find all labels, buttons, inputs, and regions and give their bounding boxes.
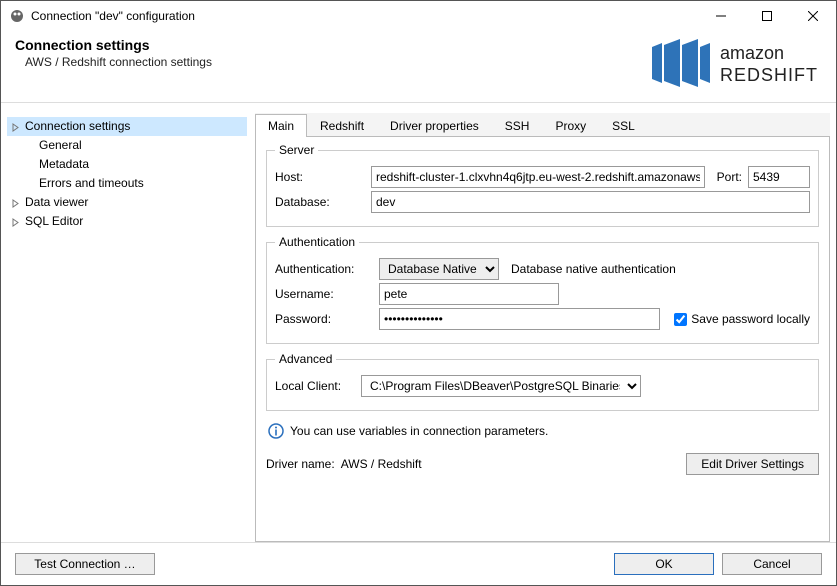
tab-redshift[interactable]: Redshift: [307, 114, 377, 137]
server-legend: Server: [275, 143, 318, 157]
ok-button[interactable]: OK: [614, 553, 714, 575]
local-client-label: Local Client:: [275, 379, 355, 393]
auth-label: Authentication:: [275, 262, 373, 276]
nav-item-sql-editor[interactable]: SQL Editor: [7, 212, 247, 231]
close-button[interactable]: [790, 1, 836, 31]
info-row: You can use variables in connection para…: [266, 419, 819, 441]
tab-ssl[interactable]: SSL: [599, 114, 648, 137]
chevron-right-icon: [11, 120, 20, 137]
header: Connection settings AWS / Redshift conne…: [1, 31, 836, 102]
auth-legend: Authentication: [275, 235, 359, 249]
info-icon: [268, 423, 284, 439]
save-password-checkbox[interactable]: Save password locally: [674, 312, 810, 326]
page-subtitle: AWS / Redshift connection settings: [25, 55, 648, 69]
save-password-label: Save password locally: [691, 312, 810, 326]
cancel-button[interactable]: Cancel: [722, 553, 822, 575]
database-input[interactable]: [371, 191, 810, 213]
tab-proxy[interactable]: Proxy: [542, 114, 599, 137]
chevron-right-icon: [11, 196, 20, 213]
app-icon: [9, 8, 25, 24]
category-nav: Connection settings General Metadata Err…: [7, 113, 247, 542]
page-title: Connection settings: [15, 37, 648, 53]
tab-bar: Main Redshift Driver properties SSH Prox…: [255, 113, 830, 137]
database-label: Database:: [275, 195, 365, 209]
auth-select[interactable]: Database Native: [379, 258, 499, 280]
password-label: Password:: [275, 312, 373, 326]
driver-name-value: AWS / Redshift: [341, 457, 422, 471]
port-label: Port:: [717, 170, 742, 184]
host-label: Host:: [275, 170, 365, 184]
nav-label: Data viewer: [25, 195, 88, 209]
nav-label: Connection settings: [25, 119, 130, 133]
password-input[interactable]: [379, 308, 660, 330]
nav-item-data-viewer[interactable]: Data viewer: [7, 193, 247, 212]
nav-label: Metadata: [39, 157, 89, 171]
tab-main[interactable]: Main: [255, 114, 307, 137]
main-panel: Server Host: Port: Database: Authenticat…: [255, 137, 830, 542]
logo-text-top: amazon: [720, 43, 784, 63]
redshift-logo: amazon REDSHIFT: [648, 35, 818, 94]
window-title: Connection "dev" configuration: [31, 9, 195, 23]
edit-driver-settings-button[interactable]: Edit Driver Settings: [686, 453, 819, 475]
local-client-select[interactable]: C:\Program Files\DBeaver\PostgreSQL Bina…: [361, 375, 641, 397]
titlebar: Connection "dev" configuration: [1, 1, 836, 31]
username-input[interactable]: [379, 283, 559, 305]
test-connection-button[interactable]: Test Connection …: [15, 553, 155, 575]
save-password-input[interactable]: [674, 313, 687, 326]
footer: Test Connection … OK Cancel: [1, 542, 836, 585]
server-group: Server Host: Port: Database:: [266, 143, 819, 227]
dialog-window: Connection "dev" configuration Connectio…: [0, 0, 837, 586]
nav-item-general[interactable]: General: [7, 136, 247, 155]
tab-ssh[interactable]: SSH: [492, 114, 543, 137]
auth-group: Authentication Authentication: Database …: [266, 235, 819, 344]
minimize-button[interactable]: [698, 1, 744, 31]
nav-item-connection-settings[interactable]: Connection settings: [7, 117, 247, 136]
host-input[interactable]: [371, 166, 705, 188]
username-label: Username:: [275, 287, 373, 301]
tab-driver-properties[interactable]: Driver properties: [377, 114, 492, 137]
nav-item-errors[interactable]: Errors and timeouts: [7, 174, 247, 193]
port-input[interactable]: [748, 166, 810, 188]
nav-item-metadata[interactable]: Metadata: [7, 155, 247, 174]
maximize-button[interactable]: [744, 1, 790, 31]
chevron-right-icon: [11, 215, 20, 232]
info-text: You can use variables in connection para…: [290, 424, 548, 438]
nav-label: SQL Editor: [25, 214, 83, 228]
advanced-legend: Advanced: [275, 352, 336, 366]
auth-description: Database native authentication: [511, 262, 676, 276]
driver-name-label: Driver name:: [266, 457, 335, 471]
nav-label: Errors and timeouts: [39, 176, 144, 190]
advanced-group: Advanced Local Client: C:\Program Files\…: [266, 352, 819, 411]
logo-text-bottom: REDSHIFT: [720, 65, 818, 85]
nav-label: General: [39, 138, 82, 152]
